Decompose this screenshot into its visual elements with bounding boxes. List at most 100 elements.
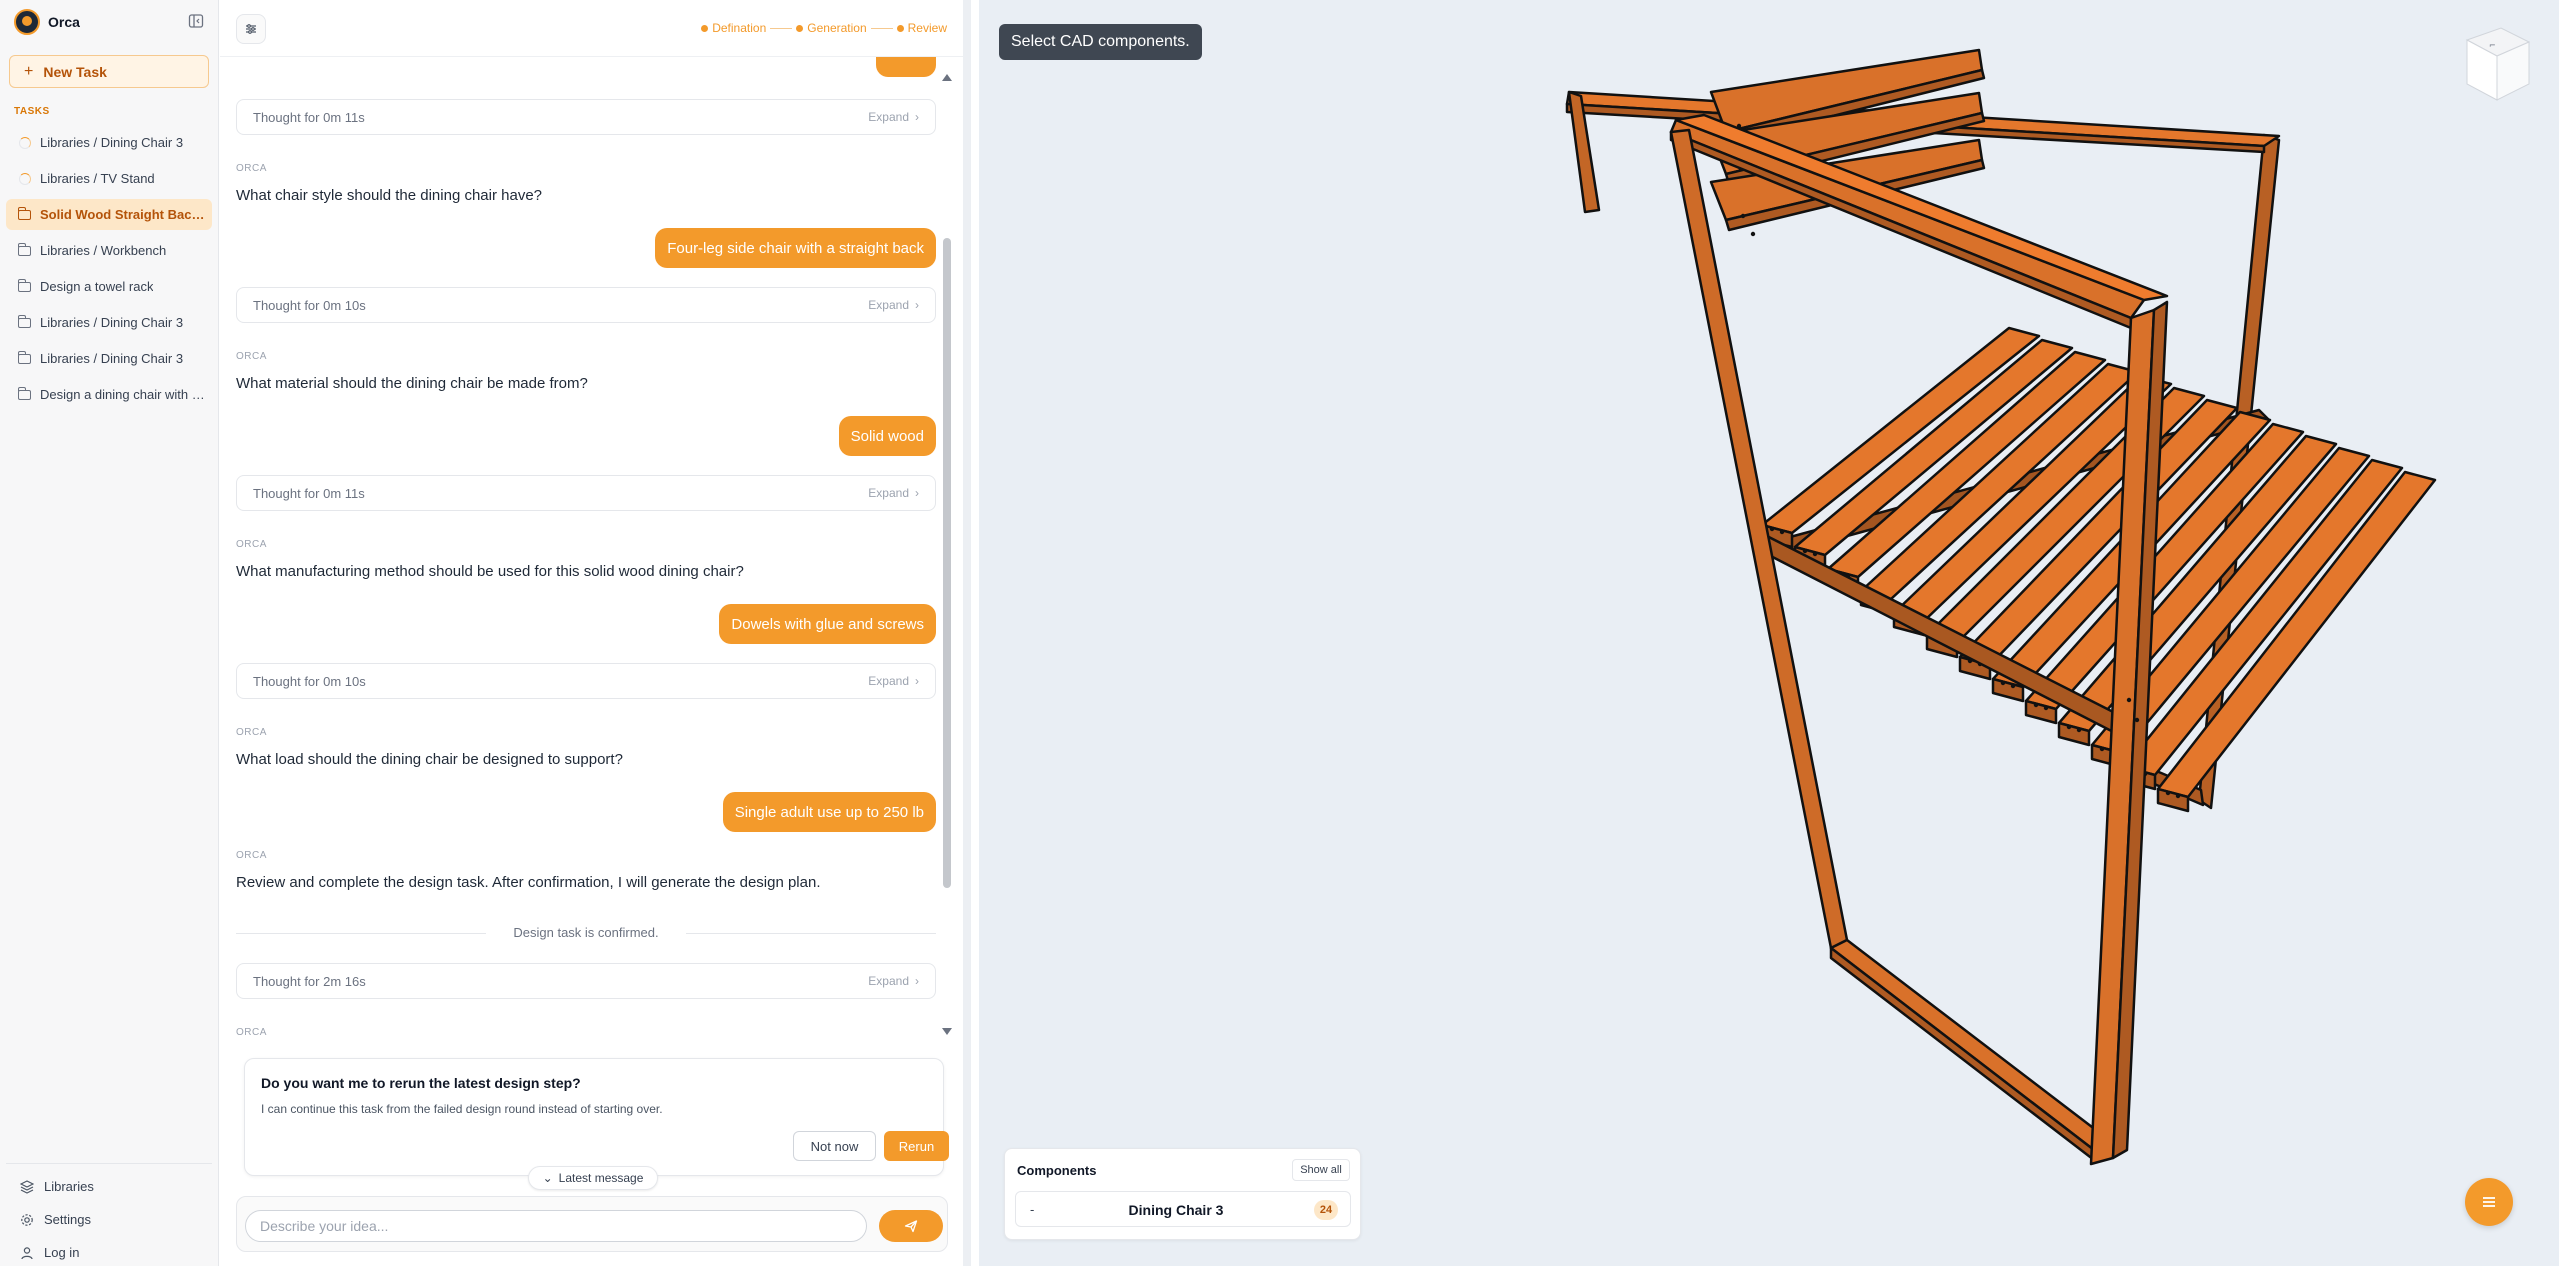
assistant-question: What manufacturing method should be used… [236, 563, 744, 580]
thought-label: Thought for 2m 16s [253, 973, 366, 989]
thought-block[interactable]: Thought for 0m 11s Expand › [236, 475, 936, 511]
expand-button[interactable]: Expand › [868, 110, 919, 124]
screw-hole [2043, 705, 2049, 711]
cad-viewport[interactable]: Select CAD components. ⌐ Components Show… [979, 0, 2559, 1266]
prompt-input[interactable] [245, 1210, 867, 1242]
expand-button[interactable]: Expand › [868, 486, 919, 500]
components-panel: Components Show all - Dining Chair 3 24 [1004, 1148, 1361, 1240]
sidebar-item-login[interactable]: Log in [6, 1236, 212, 1266]
task-item[interactable]: Design a dining chair with f... [6, 379, 212, 410]
task-item[interactable]: Libraries / Dining Chair 3 [6, 307, 212, 338]
component-row[interactable]: - Dining Chair 3 24 [1015, 1191, 1351, 1227]
message-scrollbar[interactable] [942, 68, 952, 1036]
bottom-side-rail[interactable] [1829, 938, 2111, 1152]
new-task-button[interactable]: + New Task [9, 55, 209, 88]
step-label: Review [907, 21, 947, 35]
scroll-thumb[interactable] [943, 238, 951, 888]
orca-tag: ORCA [236, 727, 267, 738]
expand-button[interactable]: Expand › [868, 674, 919, 688]
chevron-right-icon: › [915, 110, 919, 124]
expand-button[interactable]: Expand › [868, 974, 919, 988]
screw-hole [2066, 724, 2072, 730]
step-dot [701, 24, 709, 32]
task-item[interactable]: Libraries / TV Stand [6, 163, 212, 194]
sidebar-item-settings[interactable]: Settings [6, 1203, 212, 1236]
sidebar-item-libraries[interactable]: Libraries [6, 1170, 212, 1203]
step-connector [770, 27, 793, 29]
sidebar-item-label: Libraries [44, 1179, 94, 1194]
thought-block[interactable]: Thought for 0m 10s Expand › [236, 287, 936, 323]
select-components-tooltip: Select CAD components. [999, 24, 1202, 60]
previous-answer-bubble [876, 57, 936, 77]
step-label: Defination [712, 21, 767, 35]
thought-block[interactable]: Thought for 0m 10s Expand › [236, 663, 936, 699]
thought-block[interactable]: Thought for 0m 11s Expand › [236, 99, 936, 135]
screw-hole [2099, 746, 2105, 752]
folder-icon [17, 206, 31, 221]
task-label: Solid Wood Straight Back ... [40, 207, 206, 222]
task-item[interactable]: Design a towel rack [6, 271, 212, 302]
folder-icon [17, 350, 31, 365]
orca-tag: ORCA [236, 1027, 267, 1037]
latest-message-button[interactable]: ⌄ Latest message [528, 1166, 658, 1190]
screw-hole [2126, 697, 2132, 703]
task-label: Libraries / Dining Chair 3 [40, 351, 184, 366]
task-item-active[interactable]: Solid Wood Straight Back ... [6, 199, 212, 230]
show-all-button[interactable]: Show all [1292, 1159, 1350, 1181]
menu-fab-button[interactable] [2465, 1178, 2513, 1226]
brand[interactable]: Orca [14, 9, 80, 35]
scroll-down-arrow-icon[interactable] [942, 1028, 952, 1035]
task-item[interactable]: Libraries / Dining Chair 3 [6, 127, 212, 158]
task-label: Libraries / TV Stand [40, 171, 155, 186]
task-label: Design a dining chair with f... [40, 387, 206, 402]
confirmation-divider: Design task is confirmed. [236, 925, 936, 940]
chat-panel: Defination Generation Review Thought for… [220, 0, 971, 1266]
screw-hole [2010, 683, 2016, 689]
collapse-sidebar-icon[interactable] [186, 11, 206, 31]
step-review[interactable]: Review [896, 21, 947, 35]
orca-tag: ORCA [236, 539, 267, 550]
message-list: Thought for 0m 11s Expand › ORCA What cha… [236, 57, 936, 1037]
not-now-button[interactable]: Not now [793, 1131, 876, 1161]
thought-block[interactable]: Thought for 2m 16s Expand › [236, 963, 936, 999]
chevron-down-icon: ⌄ [542, 1171, 553, 1185]
layers-icon [20, 1179, 34, 1194]
folder-icon [17, 386, 31, 401]
task-label: Design a towel rack [40, 279, 154, 294]
latest-message-label: Latest message [558, 1171, 644, 1185]
expand-button[interactable]: Expand › [868, 298, 919, 312]
screw-hole [2033, 702, 2039, 708]
app-name: Orca [48, 14, 80, 30]
tasks-section-title: TASKS [14, 106, 50, 117]
scroll-up-arrow-icon[interactable] [942, 74, 952, 81]
folder-icon [17, 242, 31, 257]
screw-hole [1812, 551, 1818, 557]
bottom-side-rail-edge[interactable] [1829, 946, 2096, 1162]
step-definition[interactable]: Defination [701, 21, 766, 35]
filter-settings-button[interactable] [236, 14, 266, 44]
view-cube-icon[interactable]: ⌐ [2459, 22, 2535, 102]
screw-hole [1802, 548, 1808, 554]
user-icon [20, 1246, 34, 1260]
folder-icon [17, 314, 31, 329]
expand-label: Expand [868, 486, 909, 500]
thought-label: Thought for 0m 11s [253, 485, 365, 501]
step-generation[interactable]: Generation [796, 21, 867, 35]
expand-label: Expand [868, 110, 909, 124]
step-dot [796, 24, 804, 32]
chat-header: Defination Generation Review [220, 0, 963, 57]
gear-icon [20, 1213, 34, 1227]
sidebar-item-label: Settings [44, 1212, 91, 1227]
user-answer: Four-leg side chair with a straight back [655, 228, 936, 268]
send-button[interactable] [879, 1210, 943, 1242]
task-item[interactable]: Libraries / Dining Chair 3 [6, 343, 212, 374]
orca-tag: ORCA [236, 351, 267, 362]
chair-3d-model[interactable] [979, 0, 2559, 1266]
task-item[interactable]: Libraries / Workbench [6, 235, 212, 266]
task-label: Libraries / Dining Chair 3 [40, 315, 184, 330]
rerun-button[interactable]: Rerun [884, 1131, 949, 1161]
expand-label: Expand [868, 674, 909, 688]
screw-hole [1750, 231, 1756, 237]
expand-label: Expand [868, 298, 909, 312]
assistant-question: Review and complete the design task. Aft… [236, 874, 821, 891]
